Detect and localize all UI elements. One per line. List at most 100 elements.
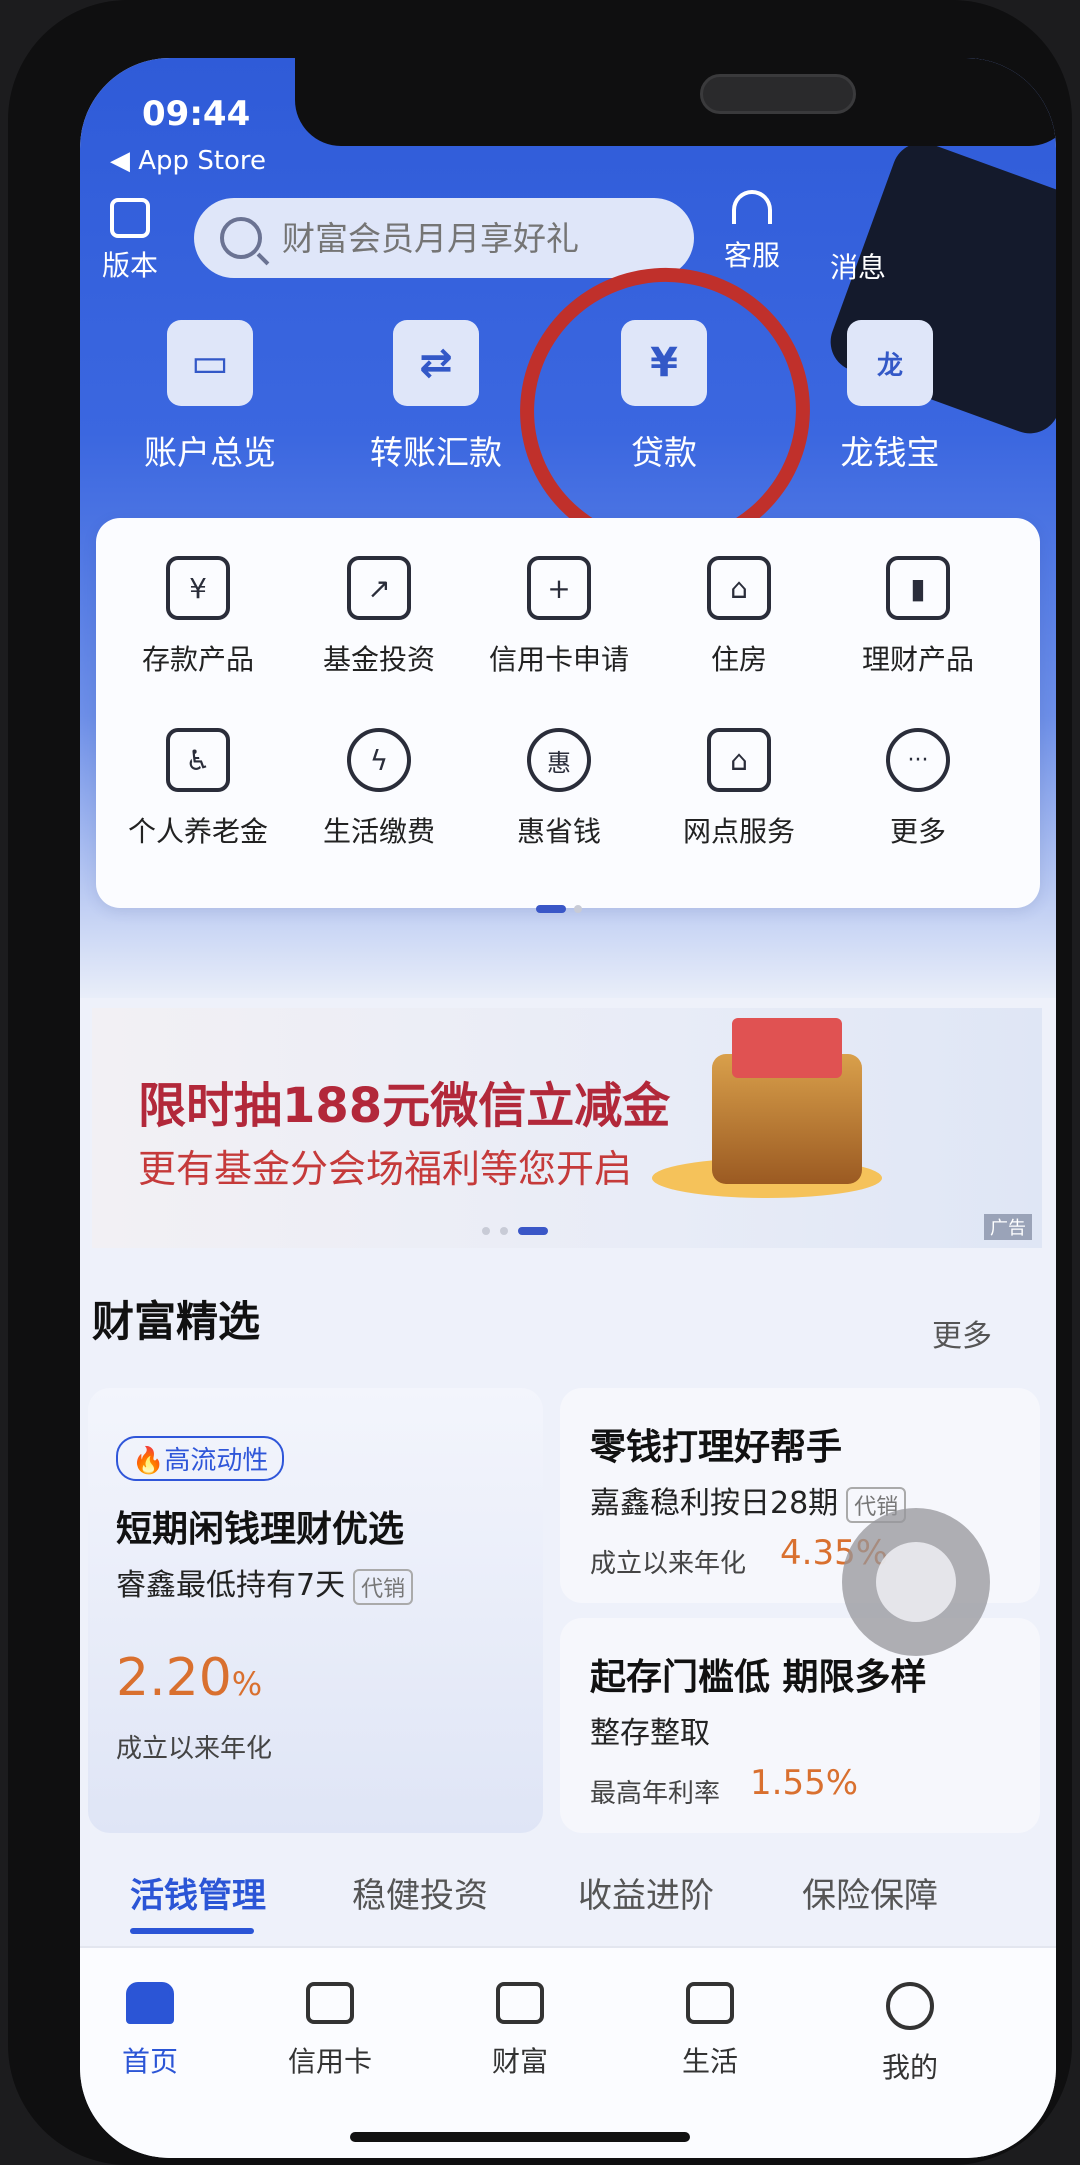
search-icon bbox=[220, 217, 262, 259]
smile-icon bbox=[886, 1982, 934, 2030]
rate-note: 成立以来年化 bbox=[116, 1734, 273, 1764]
back-to-app-store[interactable]: ◀ App Store bbox=[110, 146, 266, 176]
grid-branch-service[interactable]: ⌂ 网点服务 bbox=[659, 728, 819, 850]
assistive-touch-button[interactable] bbox=[842, 1508, 990, 1656]
grid-deposit[interactable]: ¥ 存款产品 bbox=[118, 556, 278, 678]
rate-note: 成立以来年化 bbox=[590, 1549, 747, 1579]
house-icon: ⌂ bbox=[707, 556, 771, 620]
branch-location-icon: ⌂ bbox=[707, 728, 771, 792]
rate-value: 2.20 bbox=[116, 1648, 232, 1708]
grid-label: 个人养老金 bbox=[127, 815, 268, 848]
tab-insurance[interactable]: 保险保障 bbox=[802, 1868, 938, 1917]
fund-chart-icon: ↗ bbox=[347, 556, 411, 620]
service-label: 客服 bbox=[723, 239, 780, 272]
bottom-navigation: 首页 信用卡 财富 生活 我的 bbox=[80, 1946, 1056, 2158]
grid-pension[interactable]: ♿ 个人养老金 bbox=[118, 728, 278, 850]
more-icon: ··· bbox=[886, 728, 950, 792]
home-icon bbox=[126, 1982, 174, 2024]
nav-home[interactable]: 首页 bbox=[80, 1982, 220, 2080]
home-indicator bbox=[350, 2132, 690, 2142]
rate-unit: % bbox=[231, 1665, 263, 1703]
page-indicator bbox=[536, 898, 590, 917]
promo-banner[interactable]: 限时抽188元微信立减金 更有基金分会场福利等您开启 广告 bbox=[92, 1008, 1042, 1248]
product-card-small[interactable]: 起存门槛低 期限多样 整存整取 最高年利率 1.55% bbox=[560, 1618, 1040, 1833]
product-subtitle: 睿鑫最低持有7天 代销 bbox=[116, 1560, 414, 1605]
banner-indicator bbox=[482, 1220, 558, 1239]
service-button[interactable]: 客服 bbox=[702, 190, 802, 274]
quick-transfer[interactable]: ⇄ 转账汇款 bbox=[346, 320, 526, 474]
nav-label: 生活 bbox=[681, 2045, 738, 2078]
nav-credit-card[interactable]: 信用卡 bbox=[260, 1982, 400, 2080]
grid-label: 信用卡申请 bbox=[488, 643, 629, 676]
dragon-bag-icon: 龙 bbox=[847, 320, 933, 406]
grid-label: 住房 bbox=[710, 643, 767, 676]
page-dot-active bbox=[536, 904, 566, 913]
product-rate: 1.55% bbox=[750, 1763, 859, 1803]
grid-save-money[interactable]: 惠 惠省钱 bbox=[479, 728, 639, 850]
nav-life[interactable]: 生活 bbox=[640, 1982, 780, 2080]
product-name: 睿鑫最低持有7天 bbox=[116, 1568, 346, 1603]
grid-label: 网点服务 bbox=[682, 815, 795, 848]
grid-wealth-products[interactable]: ▮ 理财产品 bbox=[838, 556, 998, 678]
version-switch-icon bbox=[110, 198, 150, 238]
page-dot bbox=[574, 904, 582, 913]
status-time: 09:44 bbox=[142, 94, 251, 134]
version-button[interactable]: 版本 bbox=[80, 198, 180, 284]
pension-shield-icon: ♿ bbox=[166, 728, 230, 792]
wallet-icon bbox=[496, 1982, 544, 2024]
tab-stable-investment[interactable]: 稳健投资 bbox=[352, 1868, 488, 1917]
grid-credit-card-apply[interactable]: + 信用卡申请 bbox=[479, 556, 639, 678]
product-title: 零钱打理好帮手 bbox=[590, 1427, 843, 1468]
tab-underline bbox=[130, 1928, 254, 1934]
nav-wealth[interactable]: 财富 bbox=[450, 1982, 590, 2080]
grid-label: 基金投资 bbox=[322, 643, 435, 676]
product-subtitle: 嘉鑫稳利按日28期 代销 bbox=[590, 1478, 907, 1523]
grid-label: 惠省钱 bbox=[516, 815, 601, 848]
message-label: 消息 bbox=[829, 251, 886, 284]
grid-utility-payment[interactable]: ϟ 生活缴费 bbox=[299, 728, 459, 850]
message-button[interactable]: 消息 bbox=[808, 246, 908, 286]
agent-tag: 代销 bbox=[353, 1568, 414, 1605]
grid-label: 理财产品 bbox=[861, 643, 974, 676]
product-name: 嘉鑫稳利按日28期 bbox=[590, 1486, 839, 1521]
cup-icon bbox=[686, 1982, 734, 2024]
product-subtitle: 整存整取 bbox=[590, 1716, 710, 1751]
transfer-icon: ⇄ bbox=[393, 320, 479, 406]
tab-advanced-returns[interactable]: 收益进阶 bbox=[578, 1868, 714, 1917]
nav-label: 财富 bbox=[491, 2045, 548, 2078]
liquidity-tag: 🔥高流动性 bbox=[116, 1436, 285, 1481]
nav-label: 首页 bbox=[121, 2045, 178, 2078]
lightning-drop-icon: ϟ bbox=[347, 728, 411, 792]
nav-mine[interactable]: 我的 bbox=[840, 1982, 980, 2086]
notch bbox=[295, 58, 1056, 146]
search-bar[interactable] bbox=[194, 198, 694, 278]
product-title: 短期闲钱理财优选 bbox=[116, 1509, 405, 1550]
product-card-featured[interactable]: 🔥高流动性 短期闲钱理财优选 睿鑫最低持有7天 代销 2.20% 成立以来年化 bbox=[88, 1388, 543, 1833]
rate-note: 最高年利率 bbox=[590, 1779, 721, 1809]
grid-housing[interactable]: ⌂ 住房 bbox=[659, 556, 819, 678]
grid-fund[interactable]: ↗ 基金投资 bbox=[299, 556, 459, 678]
tab-flexible-cash[interactable]: 活钱管理 bbox=[130, 1868, 266, 1917]
headset-icon bbox=[732, 190, 772, 224]
grid-label: 存款产品 bbox=[141, 643, 254, 676]
nav-label: 信用卡 bbox=[287, 2045, 372, 2078]
grid-label: 生活缴费 bbox=[322, 815, 435, 848]
phone-frame: 09:44 ◀ App Store 版本 客服 消息 ▭ 账户总览 ⇄ 转账汇款… bbox=[8, 0, 1072, 2165]
quick-account-overview[interactable]: ▭ 账户总览 bbox=[120, 320, 300, 474]
grid-more[interactable]: ··· 更多 bbox=[838, 728, 998, 850]
version-label: 版本 bbox=[101, 249, 158, 282]
credit-card-icon bbox=[306, 1982, 354, 2024]
ad-tag: 广告 bbox=[984, 1214, 1032, 1240]
quick-label: 转账汇款 bbox=[370, 433, 502, 472]
section-more-link[interactable]: 更多 bbox=[932, 1311, 992, 1355]
wallet-icon: ▭ bbox=[167, 320, 253, 406]
function-grid: ¥ 存款产品 ↗ 基金投资 + 信用卡申请 ⌂ 住房 ▮ 理财产品 ♿ 个人养老… bbox=[96, 518, 1040, 913]
treasure-chest-image bbox=[712, 1018, 862, 1184]
quick-label: 账户总览 bbox=[144, 433, 276, 472]
section-title: 财富精选 bbox=[92, 1297, 261, 1346]
quick-dragon-money[interactable]: 龙 龙钱宝 bbox=[800, 320, 980, 474]
banner-title: 限时抽188元微信立减金 bbox=[138, 1078, 671, 1134]
card-add-icon: + bbox=[527, 556, 591, 620]
banner-subtitle: 更有基金分会场福利等您开启 bbox=[138, 1147, 633, 1191]
search-input[interactable] bbox=[280, 217, 684, 259]
